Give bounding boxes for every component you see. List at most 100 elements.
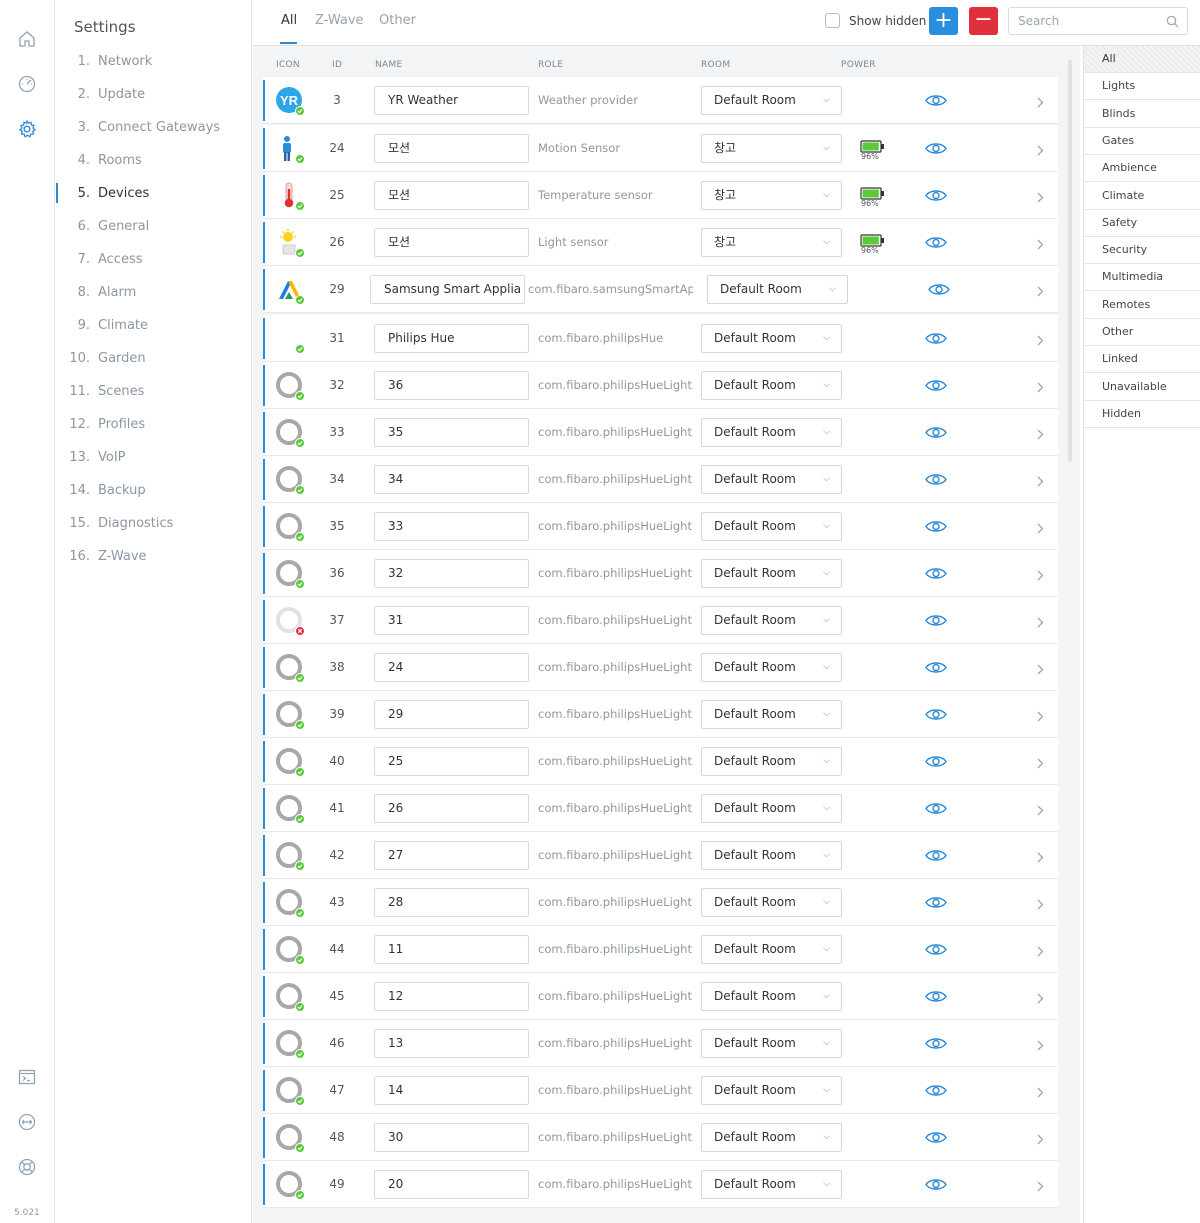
device-name-input[interactable]: 31 bbox=[374, 606, 529, 635]
visibility-eye-icon[interactable] bbox=[925, 93, 947, 108]
sidebar-item-profiles[interactable]: 12. Profiles bbox=[56, 412, 252, 436]
device-row[interactable]: 35 33 com.fibaro.philipsHueLight Default Ro… bbox=[263, 503, 1058, 550]
sidebar-item-diagnostics[interactable]: 15. Diagnostics bbox=[56, 511, 252, 535]
chevron-right-icon[interactable] bbox=[1035, 1178, 1045, 1192]
visibility-eye-icon[interactable] bbox=[925, 472, 947, 487]
room-select[interactable]: Default Room ⌵ bbox=[701, 653, 842, 682]
chevron-right-icon[interactable] bbox=[1035, 990, 1045, 1004]
device-name-input[interactable]: 35 bbox=[374, 418, 529, 447]
device-name-input[interactable]: 32 bbox=[374, 559, 529, 588]
room-select[interactable]: Default Room ⌵ bbox=[701, 747, 842, 776]
visibility-eye-icon[interactable] bbox=[928, 282, 950, 297]
settings-gear-icon[interactable] bbox=[14, 116, 40, 142]
visibility-eye-icon[interactable] bbox=[925, 141, 947, 156]
filter-all[interactable]: All bbox=[1084, 46, 1200, 73]
device-row[interactable]: 44 11 com.fibaro.philipsHueLight Default Ro… bbox=[263, 926, 1058, 973]
device-name-input[interactable]: 29 bbox=[374, 700, 529, 729]
device-name-input[interactable]: 20 bbox=[374, 1170, 529, 1199]
filter-remotes[interactable]: Remotes bbox=[1084, 292, 1200, 319]
sidebar-item-alarm[interactable]: 8. Alarm bbox=[56, 280, 252, 304]
sidebar-item-general[interactable]: 6. General bbox=[56, 214, 252, 238]
visibility-eye-icon[interactable] bbox=[925, 188, 947, 203]
device-name-input[interactable]: 30 bbox=[374, 1123, 529, 1152]
device-name-input[interactable]: Philips Hue bbox=[374, 324, 529, 353]
chevron-right-icon[interactable] bbox=[1035, 614, 1045, 628]
device-name-input[interactable]: 24 bbox=[374, 653, 529, 682]
device-row[interactable]: 25 모션 Temperature sensor 창고 ⌵ 96% bbox=[263, 172, 1058, 219]
sidebar-item-backup[interactable]: 14. Backup bbox=[56, 478, 252, 502]
device-row[interactable]: 34 34 com.fibaro.philipsHueLight Default Ro… bbox=[263, 456, 1058, 503]
chevron-right-icon[interactable] bbox=[1035, 426, 1045, 440]
chevron-right-icon[interactable] bbox=[1035, 236, 1045, 250]
sidebar-item-connect-gateways[interactable]: 3. Connect Gateways bbox=[56, 115, 252, 139]
device-row[interactable]: 40 25 com.fibaro.philipsHueLight Default Ro… bbox=[263, 738, 1058, 785]
sidebar-item-network[interactable]: 1. Network bbox=[56, 49, 252, 73]
visibility-eye-icon[interactable] bbox=[925, 613, 947, 628]
filter-other[interactable]: Other bbox=[1084, 319, 1200, 346]
room-select[interactable]: Default Room ⌵ bbox=[701, 512, 842, 541]
filter-unavailable[interactable]: Unavailable bbox=[1084, 374, 1200, 401]
device-name-input[interactable]: 12 bbox=[374, 982, 529, 1011]
chevron-right-icon[interactable] bbox=[1035, 943, 1045, 957]
filter-ambience[interactable]: Ambience bbox=[1084, 155, 1200, 183]
search-icon[interactable] bbox=[1166, 15, 1179, 28]
visibility-eye-icon[interactable] bbox=[925, 1130, 947, 1145]
visibility-eye-icon[interactable] bbox=[925, 566, 947, 581]
device-row[interactable]: 46 13 com.fibaro.philipsHueLight Default Ro… bbox=[263, 1020, 1058, 1067]
chevron-right-icon[interactable] bbox=[1035, 379, 1045, 393]
device-name-input[interactable]: Samsung Smart Applia bbox=[370, 275, 525, 304]
visibility-eye-icon[interactable] bbox=[925, 519, 947, 534]
room-select[interactable]: Default Room ⌵ bbox=[701, 982, 842, 1011]
room-select[interactable]: Default Room ⌵ bbox=[707, 275, 848, 304]
device-row[interactable]: 29 Samsung Smart Applia com.fibaro.samsung… bbox=[263, 266, 1058, 313]
device-row[interactable]: 37 31 com.fibaro.philipsHueLight Default Ro… bbox=[263, 597, 1058, 644]
room-select[interactable]: 창고 ⌵ bbox=[701, 228, 842, 257]
device-row[interactable]: 41 26 com.fibaro.philipsHueLight Default Ro… bbox=[263, 785, 1058, 832]
room-select[interactable]: Default Room ⌵ bbox=[701, 418, 842, 447]
device-row[interactable]: 31 Philips Hue com.fibaro.philipsHue Defaul… bbox=[263, 315, 1058, 362]
show-hidden-checkbox[interactable] bbox=[825, 13, 840, 28]
table-scrollbar[interactable] bbox=[1068, 60, 1072, 462]
chevron-right-icon[interactable] bbox=[1035, 567, 1045, 581]
chevron-right-icon[interactable] bbox=[1035, 94, 1045, 108]
tab-other[interactable]: Other bbox=[379, 13, 416, 28]
device-name-input[interactable]: 28 bbox=[374, 888, 529, 917]
device-row[interactable]: 43 28 com.fibaro.philipsHueLight Default Ro… bbox=[263, 879, 1058, 926]
visibility-eye-icon[interactable] bbox=[925, 942, 947, 957]
chevron-right-icon[interactable] bbox=[1035, 189, 1045, 203]
device-row[interactable]: YR 3 YR Weather Weather provider Default Roo… bbox=[263, 77, 1058, 124]
chevron-right-icon[interactable] bbox=[1035, 142, 1045, 156]
device-name-input[interactable]: 14 bbox=[374, 1076, 529, 1105]
filter-linked[interactable]: Linked bbox=[1084, 346, 1200, 374]
device-name-input[interactable]: 27 bbox=[374, 841, 529, 870]
device-row[interactable]: 47 14 com.fibaro.philipsHueLight Default Ro… bbox=[263, 1067, 1058, 1114]
visibility-eye-icon[interactable] bbox=[925, 1177, 947, 1192]
device-row[interactable]: 48 30 com.fibaro.philipsHueLight Default Ro… bbox=[263, 1114, 1058, 1161]
device-name-input[interactable]: 모션 bbox=[374, 181, 529, 210]
visibility-eye-icon[interactable] bbox=[925, 895, 947, 910]
room-select[interactable]: Default Room ⌵ bbox=[701, 841, 842, 870]
visibility-eye-icon[interactable] bbox=[925, 425, 947, 440]
room-select[interactable]: Default Room ⌵ bbox=[701, 1170, 842, 1199]
room-select[interactable]: Default Room ⌵ bbox=[701, 1076, 842, 1105]
tab-z-wave[interactable]: Z-Wave bbox=[315, 13, 364, 28]
device-name-input[interactable]: 모션 bbox=[374, 228, 529, 257]
sidebar-item-garden[interactable]: 10. Garden bbox=[56, 346, 252, 370]
room-select[interactable]: Default Room ⌵ bbox=[701, 888, 842, 917]
filter-lights[interactable]: Lights bbox=[1084, 73, 1200, 101]
device-row[interactable]: 33 35 com.fibaro.philipsHueLight Default Ro… bbox=[263, 409, 1058, 456]
sidebar-item-update[interactable]: 2. Update bbox=[56, 82, 252, 106]
room-select[interactable]: Default Room ⌵ bbox=[701, 700, 842, 729]
dashboard-gauge-icon[interactable] bbox=[14, 71, 40, 97]
chevron-right-icon[interactable] bbox=[1035, 708, 1045, 722]
room-select[interactable]: Default Room ⌵ bbox=[701, 559, 842, 588]
chevron-right-icon[interactable] bbox=[1035, 1084, 1045, 1098]
remove-device-button[interactable]: − bbox=[969, 7, 998, 35]
sidebar-item-rooms[interactable]: 4. Rooms bbox=[56, 148, 252, 172]
device-name-input[interactable]: 34 bbox=[374, 465, 529, 494]
visibility-eye-icon[interactable] bbox=[925, 331, 947, 346]
room-select[interactable]: Default Room ⌵ bbox=[701, 606, 842, 635]
chevron-right-icon[interactable] bbox=[1035, 520, 1045, 534]
sidebar-item-climate[interactable]: 9. Climate bbox=[56, 313, 252, 337]
device-name-input[interactable]: YR Weather bbox=[374, 86, 529, 115]
